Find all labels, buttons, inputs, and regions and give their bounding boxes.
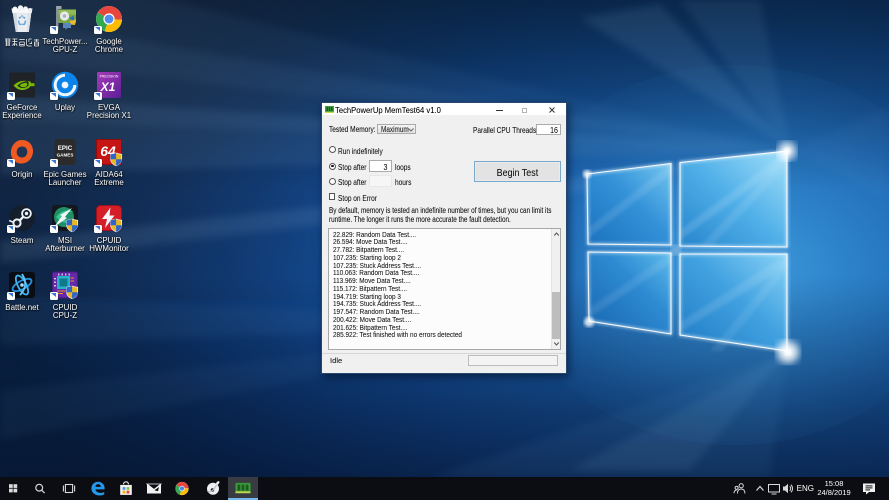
svg-text:GAMES: GAMES [56,153,73,158]
svg-text:PRECISION: PRECISION [99,75,118,79]
svg-text:EPIC: EPIC [57,145,72,152]
